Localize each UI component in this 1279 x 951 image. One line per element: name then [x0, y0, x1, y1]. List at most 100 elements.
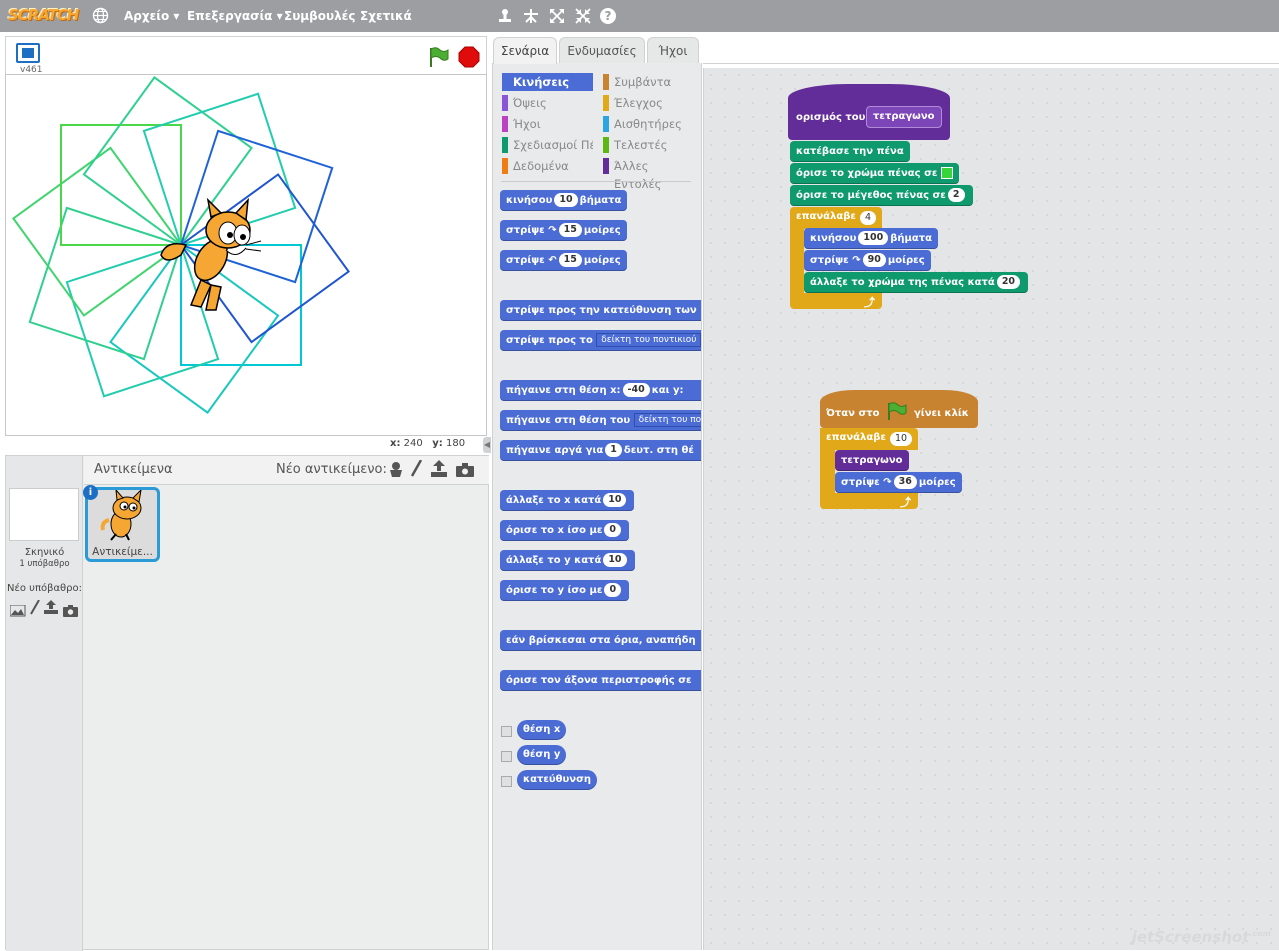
reporter-y-position[interactable]: θέση y — [517, 745, 567, 765]
reporter-direction[interactable]: κατεύθυνση — [517, 770, 598, 790]
block-set-y[interactable]: όρισε το y ίσο με 0 — [500, 580, 630, 601]
block-text: επανάλαβε — [796, 211, 856, 222]
block-input[interactable]: 4 — [860, 211, 877, 225]
pen-square — [11, 146, 182, 317]
category-more[interactable]: Άλλες Εντολές — [603, 157, 698, 191]
tab-costumes[interactable]: Ενδυμασίες — [559, 37, 645, 64]
block-rotation-style[interactable]: όρισε τον άξονα περιστροφής σε — [500, 670, 701, 691]
cut-scissors-icon[interactable] — [523, 8, 539, 28]
block-input[interactable]: 10 — [890, 432, 913, 446]
category-operators-label: Τελεστές — [614, 138, 668, 152]
collapse-arrow-icon[interactable]: ◀ — [483, 437, 491, 453]
tips-menu[interactable]: Συμβουλές — [284, 9, 355, 23]
stage-thumbnail[interactable] — [9, 488, 79, 541]
reporter-x-position[interactable]: θέση x — [517, 720, 567, 740]
block-input[interactable]: 2 — [947, 188, 965, 202]
block-input[interactable]: 1 — [605, 443, 622, 457]
block-dropdown[interactable]: δείκτη του πο — [633, 413, 701, 427]
checkbox-y-position[interactable] — [501, 751, 512, 762]
category-pen[interactable]: Σχεδιασμοί Πένα — [502, 136, 593, 154]
camera-icon[interactable] — [63, 602, 79, 621]
help-icon[interactable]: ? — [600, 8, 616, 24]
block-input[interactable]: -40 — [622, 383, 650, 397]
block-input[interactable]: 10 — [603, 553, 627, 567]
block-move-steps[interactable]: κινήσου 10 βήματα — [500, 190, 628, 211]
block-repeat-10[interactable]: επανάλαβε 10 — [820, 428, 918, 450]
category-events[interactable]: Συμβάντα — [603, 73, 698, 91]
block-goto-xy[interactable]: πήγαινε στη θέση x: -40 και y: — [500, 380, 701, 401]
stop-sign-icon[interactable] — [458, 46, 480, 72]
shrink-icon[interactable] — [575, 8, 591, 28]
block-input[interactable]: 0 — [604, 583, 622, 597]
block-change-y[interactable]: άλλαξε το y κατά 10 — [500, 550, 635, 571]
block-input[interactable]: 20 — [996, 275, 1021, 289]
block-point-towards[interactable]: στρίψε προς το δείκτη του ποντικιού — [500, 330, 701, 351]
block-turn-36[interactable]: στρίψε ↷ 36 μοίρες — [835, 472, 962, 493]
when-flag-hat-block[interactable]: Όταν στο γίνει κλίκ — [820, 390, 978, 428]
repeat-bottom: ⤴ — [820, 493, 918, 509]
block-pen-down[interactable]: κατέβασε την πένα — [790, 141, 910, 162]
category-sensing[interactable]: Αισθητήρες — [603, 115, 698, 133]
edit-menu[interactable]: Επεξεργασία ▾ — [187, 9, 283, 23]
block-move-100[interactable]: κινήσου 100 βήματα — [804, 228, 938, 249]
color-swatch[interactable] — [940, 167, 953, 179]
block-repeat-4[interactable]: επανάλαβε 4 — [790, 207, 882, 229]
block-input[interactable]: 90 — [862, 253, 886, 267]
block-set-pen-color[interactable]: όρισε το χρώμα πένας σε — [790, 163, 959, 184]
block-input[interactable]: 100 — [858, 231, 889, 245]
category-sound[interactable]: Ήχοι — [502, 115, 593, 133]
block-text: θέση x — [523, 724, 561, 735]
block-input[interactable]: 10 — [603, 493, 627, 507]
block-turn-right[interactable]: στρίψε ↷ 15 μοίρες — [500, 220, 627, 241]
presentation-mode-icon[interactable] — [16, 43, 40, 63]
scratch-logo[interactable]: SCRATCH — [8, 6, 79, 24]
block-call-proc[interactable]: τετραγωνο — [835, 450, 909, 471]
define-hat-block[interactable]: ορισμός του τετραγωνο — [788, 84, 950, 140]
checkbox-x-position[interactable] — [501, 726, 512, 737]
upload-sprite-icon[interactable] — [430, 460, 448, 482]
sprite-tile[interactable]: i Αντικείμε... — [83, 485, 160, 562]
block-input[interactable]: 10 — [554, 193, 578, 207]
sprite-library-icon[interactable] — [387, 461, 405, 482]
upload-icon[interactable] — [43, 600, 59, 619]
block-change-x[interactable]: άλλαξε το x κατά 10 — [500, 490, 635, 511]
tab-scripts[interactable]: Σενάρια — [493, 37, 557, 64]
grow-icon[interactable] — [549, 8, 565, 28]
block-glide[interactable]: πήγαινε αργά για 1 δευτ. στη θέ — [500, 440, 701, 461]
block-set-pen-size[interactable]: όρισε το μέγεθος πένας σε 2 — [790, 185, 973, 206]
paint-backdrop-icon[interactable] — [9, 602, 26, 621]
repeat-bottom: ⤴ — [790, 293, 882, 309]
block-text: όρισε το χρώμα πένας σε — [796, 168, 938, 179]
about-menu[interactable]: Σχετικά — [360, 9, 412, 23]
block-turn-90[interactable]: στρίψε ↷ 90 μοίρες — [804, 250, 931, 271]
paint-sprite-icon[interactable] — [410, 459, 423, 482]
file-menu[interactable]: Αρχείο ▾ — [124, 9, 179, 23]
block-bounce[interactable]: εάν βρίσκεσαι στα όρια, αναπήδη — [500, 630, 701, 651]
block-input[interactable]: 0 — [604, 523, 622, 537]
globe-icon[interactable] — [92, 7, 109, 28]
block-dropdown[interactable]: δείκτη του ποντικιού — [596, 333, 701, 347]
duplicate-stamp-icon[interactable] — [497, 8, 513, 28]
checkbox-direction[interactable] — [501, 776, 512, 787]
block-change-pen-color[interactable]: άλλαξε το χρώμα της πένας κατά 20 — [804, 272, 1029, 293]
category-operators[interactable]: Τελεστές — [603, 136, 698, 154]
block-input[interactable]: 15 — [558, 223, 582, 237]
script-area[interactable]: ορισμός του τετραγωνο κατέβασε την πένα … — [703, 68, 1279, 950]
block-turn-left[interactable]: στρίψε ↶ 15 μοίρες — [500, 250, 627, 271]
brush-icon[interactable] — [30, 599, 40, 619]
block-goto-sprite[interactable]: πήγαινε στη θέση του δείκτη του πο — [500, 410, 701, 431]
tab-sounds[interactable]: Ήχοι — [647, 37, 699, 64]
green-flag-icon[interactable] — [427, 46, 449, 72]
block-input[interactable]: 36 — [893, 475, 917, 489]
category-control[interactable]: Έλεγχος — [603, 94, 698, 112]
block-point-direction[interactable]: στρίψε προς την κατεύθυνση των — [500, 300, 701, 321]
category-motion[interactable]: Κινήσεις — [502, 73, 593, 91]
camera-sprite-icon[interactable] — [456, 462, 475, 481]
block-text: και y: — [651, 385, 684, 396]
stage-canvas[interactable] — [5, 74, 487, 436]
block-input[interactable]: 15 — [558, 253, 582, 267]
block-set-x[interactable]: όρισε το x ίσο με 0 — [500, 520, 630, 541]
category-data[interactable]: Δεδομένα — [502, 157, 593, 175]
turn-left-icon: ↶ — [548, 255, 557, 266]
category-looks[interactable]: Όψεις — [502, 94, 593, 112]
